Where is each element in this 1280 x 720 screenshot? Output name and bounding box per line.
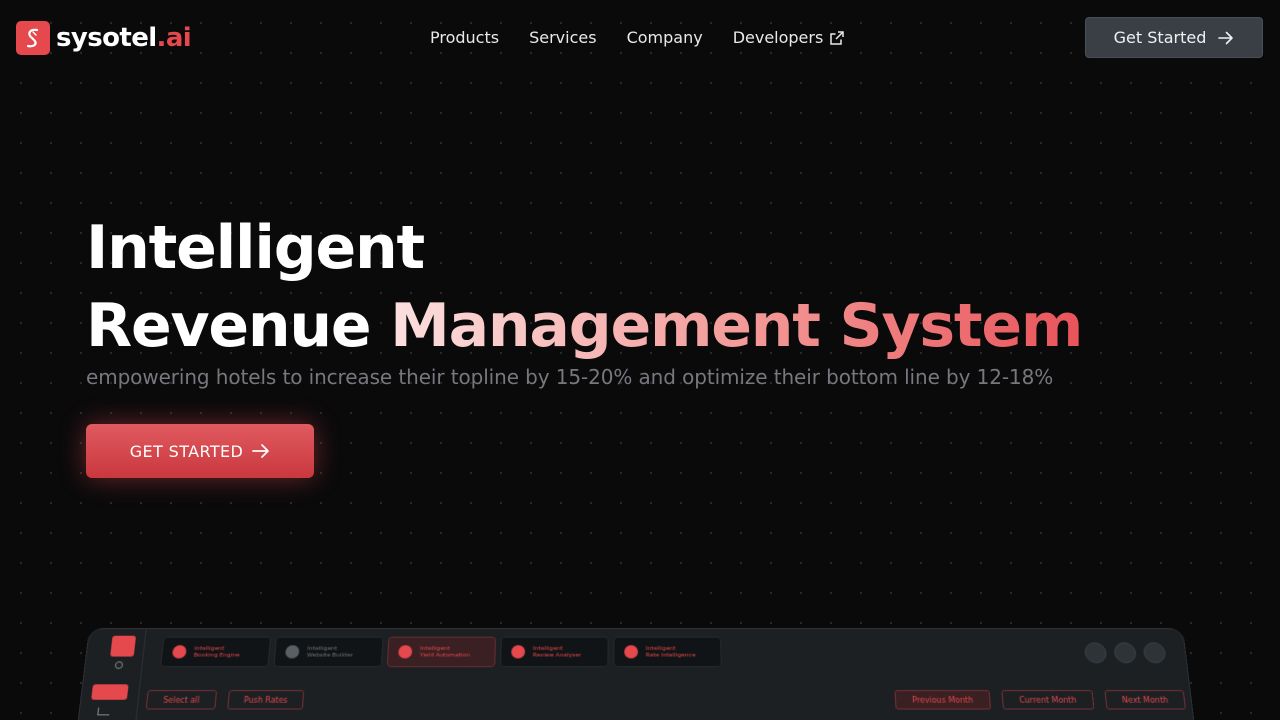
hero-title-line1: Intelligent bbox=[86, 212, 424, 284]
external-link-icon bbox=[830, 31, 844, 45]
dashboard-select-all: Select all bbox=[146, 690, 217, 709]
dashboard-next-month: Next Month bbox=[1104, 690, 1186, 709]
dashboard-tab-rate-intelligence: Intelligent Rate Intelligence bbox=[613, 637, 721, 667]
dashboard-preview: Intelligent Booking Engine Intelligent W… bbox=[76, 628, 1196, 720]
dashboard-tab-yield-automation: Intelligent Yield Automation bbox=[387, 637, 496, 667]
nav-company[interactable]: Company bbox=[627, 28, 703, 47]
hero-title-highlight: Management System bbox=[390, 291, 1082, 361]
dashboard-tab-review-analyser: Intelligent Review Analyser bbox=[500, 637, 609, 667]
hero-title-line2: Revenue Management System bbox=[86, 290, 1082, 362]
arrow-right-icon bbox=[252, 443, 270, 459]
layers-icon bbox=[624, 645, 638, 658]
bar-chart-icon bbox=[398, 645, 412, 658]
nav-products[interactable]: Products bbox=[430, 28, 499, 47]
dashboard-current-month: Current Month bbox=[1001, 690, 1094, 709]
dashboard-sidebar bbox=[77, 629, 147, 720]
dashboard-logo-icon bbox=[110, 636, 136, 657]
search-icon bbox=[115, 661, 124, 669]
dashboard-tab-booking-engine: Intelligent Booking Engine bbox=[160, 637, 271, 667]
sysotel-logo-icon bbox=[16, 21, 50, 55]
brand-logo[interactable]: sysotel.ai bbox=[16, 21, 191, 55]
hero-subtitle: empowering hotels to increase their topl… bbox=[86, 365, 1053, 389]
website-icon bbox=[285, 645, 300, 658]
bell-icon bbox=[1084, 642, 1108, 663]
arrow-right-icon bbox=[1218, 31, 1234, 45]
users-icon bbox=[511, 645, 525, 658]
settings-icon bbox=[1113, 642, 1137, 663]
avatar bbox=[1143, 642, 1167, 663]
nav-developers[interactable]: Developers bbox=[733, 28, 845, 47]
dashboard-push-rates: Push Rates bbox=[227, 690, 304, 709]
globe-icon bbox=[172, 645, 187, 658]
top-nav: sysotel.ai Products Services Company Dev… bbox=[0, 0, 1280, 76]
chart-icon bbox=[97, 708, 110, 716]
brand-name: sysotel.ai bbox=[56, 25, 191, 51]
dashboard-tabs: Intelligent Booking Engine Intelligent W… bbox=[160, 637, 727, 667]
hero-get-started-button[interactable]: GET STARTED bbox=[86, 424, 314, 478]
dashboard-header-icons bbox=[1076, 642, 1167, 663]
dashboard-previous-month: Previous Month bbox=[894, 690, 991, 709]
dashboard-sidebar-active-item bbox=[91, 684, 128, 699]
dashboard-tab-website-builder: Intelligent Website Builder bbox=[273, 637, 383, 667]
nav-services[interactable]: Services bbox=[529, 28, 596, 47]
nav-get-started-button[interactable]: Get Started bbox=[1085, 17, 1263, 58]
nav-links: Products Services Company Developers bbox=[430, 28, 844, 47]
